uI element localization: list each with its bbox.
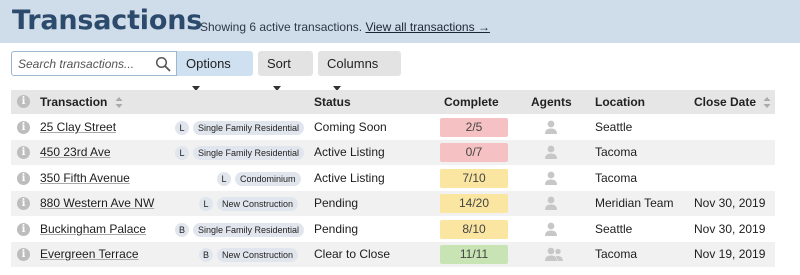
- property-type-badge: New Construction: [217, 248, 299, 262]
- property-type-badge: Single Family Residential: [193, 146, 305, 160]
- column-header-close-date[interactable]: Close Date: [694, 90, 771, 114]
- completion-badge: 14/20: [440, 194, 508, 213]
- column-header-transaction[interactable]: Transaction: [40, 90, 123, 114]
- completion-badge: 0/7: [440, 143, 508, 162]
- transaction-link[interactable]: 880 Western Ave NW: [40, 196, 154, 210]
- completion-badge: 2/5: [440, 118, 508, 137]
- property-type-badge: Condominium: [235, 172, 301, 186]
- agent-icon[interactable]: [544, 222, 558, 242]
- transaction-link[interactable]: 450 23rd Ave: [40, 145, 111, 159]
- search-box: [11, 51, 177, 76]
- property-type-badge: Single Family Residential: [193, 121, 305, 135]
- column-header-status[interactable]: Status: [314, 90, 351, 114]
- agent-icon[interactable]: [544, 120, 558, 140]
- table-row[interactable]: i Buckingham Palace B Single Family Residen…: [11, 217, 775, 242]
- info-icon[interactable]: i: [17, 121, 30, 134]
- agent-icon[interactable]: [544, 145, 558, 165]
- completion-badge: 11/11: [440, 245, 508, 264]
- status-text: Coming Soon: [314, 120, 387, 134]
- columns-label: Columns: [327, 56, 379, 71]
- status-text: Pending: [314, 222, 359, 236]
- side-badge: L: [217, 172, 231, 186]
- location-text: Tacoma: [595, 145, 638, 159]
- location-text: Seattle: [595, 222, 633, 236]
- column-header-location[interactable]: Location: [595, 90, 645, 114]
- side-badge: L: [175, 121, 189, 135]
- property-type-badge: Single Family Residential: [193, 223, 305, 237]
- subtitle-text: Showing 6 active transactions.: [200, 20, 363, 34]
- sort-icon: [115, 93, 123, 117]
- status-text: Active Listing: [314, 171, 385, 185]
- agent-icon[interactable]: [544, 196, 558, 216]
- agent-icon[interactable]: [544, 171, 558, 191]
- status-text: Pending: [314, 196, 359, 210]
- page-header: Transactions Showing 6 active transactio…: [0, 0, 800, 43]
- info-icon[interactable]: i: [17, 146, 30, 159]
- location-text: Tacoma: [595, 247, 638, 261]
- info-icon[interactable]: i: [17, 223, 30, 236]
- table-row[interactable]: i 880 Western Ave NW L New Construction Pend…: [11, 191, 775, 216]
- table-row[interactable]: i 350 Fifth Avenue L Condominium Active List…: [11, 166, 775, 191]
- sort-dropdown-button[interactable]: Sort: [258, 51, 313, 91]
- sort-icon: [763, 93, 771, 117]
- view-all-transactions-link[interactable]: View all transactions →: [365, 20, 490, 34]
- sort-label: Sort: [267, 56, 291, 71]
- info-icon[interactable]: i: [17, 197, 30, 210]
- close-date-text: Nov 30, 2019: [694, 196, 766, 210]
- property-type-badge: New Construction: [217, 197, 299, 211]
- completion-badge: 7/10: [440, 169, 508, 188]
- close-date-text: Nov 30, 2019: [694, 222, 766, 236]
- transaction-link[interactable]: Evergreen Terrace: [40, 247, 139, 261]
- completion-badge: 8/10: [440, 220, 508, 239]
- status-text: Clear to Close: [314, 247, 391, 261]
- search-icon[interactable]: [155, 56, 171, 77]
- status-text: Active Listing: [314, 145, 385, 159]
- search-input[interactable]: [18, 56, 153, 72]
- column-header-agents[interactable]: Agents: [531, 90, 572, 114]
- side-badge: B: [175, 223, 189, 237]
- transaction-link[interactable]: Buckingham Palace: [40, 222, 146, 236]
- column-header-complete[interactable]: Complete: [444, 90, 499, 114]
- transaction-link[interactable]: 350 Fifth Avenue: [40, 171, 130, 185]
- close-date-text: Nov 19, 2019: [694, 247, 766, 261]
- table-row[interactable]: i 450 23rd Ave L Single Family Residential A…: [11, 140, 775, 165]
- transaction-link[interactable]: 25 Clay Street: [40, 120, 116, 134]
- side-badge: L: [199, 197, 213, 211]
- columns-dropdown-button[interactable]: Columns: [318, 51, 401, 91]
- options-dropdown-button[interactable]: Options: [177, 51, 253, 91]
- info-icon[interactable]: i: [17, 248, 30, 261]
- location-text: Tacoma: [595, 171, 638, 185]
- page-subtitle: Showing 6 active transactions. View all …: [200, 20, 490, 34]
- side-badge: L: [175, 146, 189, 160]
- table-row[interactable]: i Evergreen Terrace B New Construction Clear…: [11, 242, 775, 267]
- info-icon[interactable]: i: [17, 172, 30, 185]
- info-icon[interactable]: i: [17, 95, 30, 108]
- page-title: Transactions: [12, 5, 203, 36]
- side-badge: B: [199, 248, 213, 262]
- options-label: Options: [186, 56, 231, 71]
- location-text: Meridian Team: [595, 196, 674, 210]
- location-text: Seattle: [595, 120, 633, 134]
- agents-group-icon[interactable]: [544, 247, 564, 267]
- table-row[interactable]: i 25 Clay Street L Single Family Residentia…: [11, 115, 775, 140]
- table-header: i Transaction Status Complete Agents Loc…: [11, 90, 775, 114]
